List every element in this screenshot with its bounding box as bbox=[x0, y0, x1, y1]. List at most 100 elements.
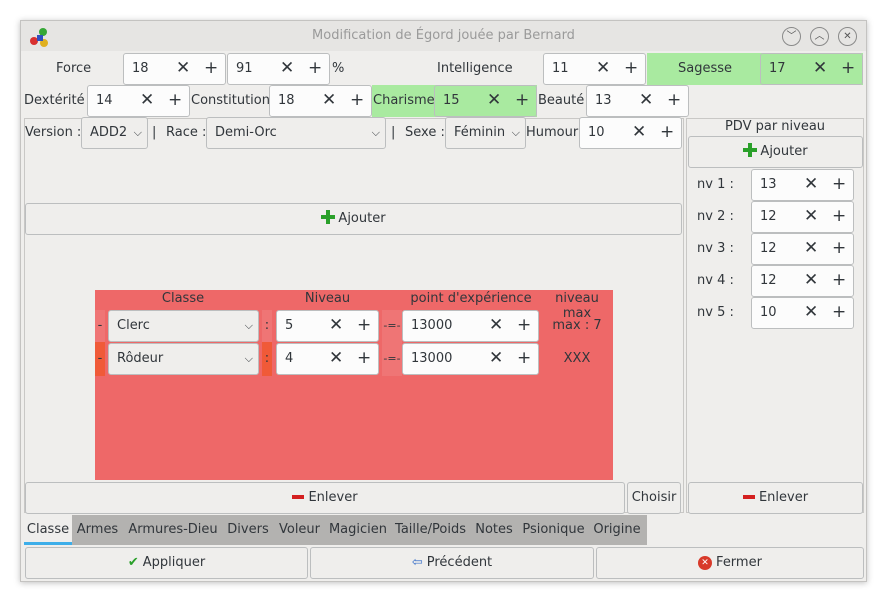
plus-icon[interactable]: + bbox=[841, 58, 855, 78]
xp-spinbox[interactable]: 13000 ✕ + bbox=[402, 343, 539, 375]
sagesse-spinbox[interactable]: 17 ✕ + bbox=[760, 53, 863, 85]
plus-icon[interactable]: + bbox=[357, 315, 371, 335]
dexterite-spinbox[interactable]: 14 ✕ + bbox=[87, 85, 190, 117]
xp-spinbox[interactable]: 13000 ✕ + bbox=[402, 310, 539, 342]
minimize-button[interactable]: ﹀ bbox=[782, 27, 801, 46]
plus-icon[interactable]: + bbox=[350, 90, 364, 110]
clear-icon[interactable]: ✕ bbox=[804, 206, 818, 226]
plus-icon[interactable]: + bbox=[515, 90, 529, 110]
tab-origine[interactable]: Origine bbox=[591, 515, 643, 545]
tab-notes[interactable]: Notes bbox=[472, 515, 516, 545]
maximize-button[interactable]: ︿ bbox=[810, 27, 829, 46]
plus-icon[interactable]: + bbox=[204, 58, 218, 78]
clear-icon[interactable]: ✕ bbox=[176, 58, 190, 78]
tab-divers[interactable]: Divers bbox=[225, 515, 271, 545]
column-header-niveau: Niveau bbox=[304, 291, 351, 306]
clear-icon[interactable]: ✕ bbox=[489, 315, 503, 335]
add-icon bbox=[321, 210, 336, 224]
level-spinbox[interactable]: 4 ✕ + bbox=[276, 343, 379, 375]
sexe-label: Sexe : bbox=[405, 125, 445, 140]
sexe-combo[interactable]: Féminin ⌵ bbox=[445, 117, 526, 149]
plus-icon[interactable]: + bbox=[660, 122, 674, 142]
race-combo[interactable]: Demi-Orc ⌵ bbox=[206, 117, 386, 149]
clear-icon[interactable]: ✕ bbox=[322, 90, 336, 110]
race-label: Race : bbox=[166, 125, 207, 140]
window-title: Modification de Égord jouée par Bernard bbox=[312, 28, 575, 43]
tab-taille-poids[interactable]: Taille/Poids bbox=[394, 515, 467, 545]
beaute-label: Beauté bbox=[538, 93, 585, 108]
clear-icon[interactable]: ✕ bbox=[804, 238, 818, 258]
add-icon bbox=[743, 143, 758, 157]
plus-icon[interactable]: + bbox=[357, 348, 371, 368]
clear-icon[interactable]: ✕ bbox=[804, 270, 818, 290]
pdv-level-spinbox[interactable]: 13 ✕ + bbox=[751, 169, 854, 201]
plus-icon[interactable]: + bbox=[832, 206, 846, 226]
remove-pdv-button[interactable]: Enlever bbox=[688, 482, 863, 514]
charisme-label: Charisme bbox=[373, 93, 435, 108]
humour-spinbox[interactable]: 10 ✕ + bbox=[579, 117, 682, 149]
plus-icon[interactable]: + bbox=[832, 174, 846, 194]
pdv-level-spinbox[interactable]: 12 ✕ + bbox=[751, 233, 854, 265]
plus-icon[interactable]: + bbox=[517, 348, 531, 368]
plus-icon[interactable]: + bbox=[624, 58, 638, 78]
add-class-button[interactable]: Ajouter bbox=[25, 203, 682, 235]
close-button[interactable]: ✕ Fermer bbox=[596, 547, 864, 579]
level-spinbox[interactable]: 5 ✕ + bbox=[276, 310, 379, 342]
pdv-level-spinbox[interactable]: 10 ✕ + bbox=[751, 297, 854, 329]
clear-icon[interactable]: ✕ bbox=[489, 348, 503, 368]
charisme-spinbox[interactable]: 15 ✕ + bbox=[434, 85, 537, 117]
apply-button[interactable]: ✔ Appliquer bbox=[25, 547, 308, 579]
plus-icon[interactable]: + bbox=[832, 270, 846, 290]
clear-icon[interactable]: ✕ bbox=[804, 302, 818, 322]
clear-icon[interactable]: ✕ bbox=[280, 58, 294, 78]
clear-icon[interactable]: ✕ bbox=[487, 90, 501, 110]
force-spinbox[interactable]: 18 ✕ + bbox=[123, 53, 226, 85]
force-percent-spinbox[interactable]: 91 ✕ + bbox=[227, 53, 330, 85]
chevron-down-icon: ⌵ bbox=[244, 319, 253, 332]
plus-icon[interactable]: + bbox=[168, 90, 182, 110]
beaute-spinbox[interactable]: 13 ✕ + bbox=[586, 85, 689, 117]
choose-button[interactable]: Choisir bbox=[627, 482, 681, 514]
tab-armes[interactable]: Armes bbox=[74, 515, 121, 545]
previous-button[interactable]: ⇦ Précédent bbox=[310, 547, 594, 579]
plus-icon[interactable]: + bbox=[667, 90, 681, 110]
constitution-spinbox[interactable]: 18 ✕ + bbox=[269, 85, 372, 117]
clear-icon[interactable]: ✕ bbox=[804, 174, 818, 194]
equals-separator: -=- bbox=[382, 342, 402, 376]
clear-icon[interactable]: ✕ bbox=[140, 90, 154, 110]
pdv-level-label: nv 4 : bbox=[697, 273, 734, 288]
tab-magicien[interactable]: Magicien bbox=[328, 515, 388, 545]
plus-icon[interactable]: + bbox=[517, 315, 531, 335]
plus-icon[interactable]: + bbox=[308, 58, 322, 78]
pdv-level-label: nv 1 : bbox=[697, 177, 734, 192]
tab-classe[interactable]: Classe bbox=[24, 515, 72, 545]
dexterite-label: Dextérité bbox=[24, 93, 85, 108]
clear-icon[interactable]: ✕ bbox=[329, 315, 343, 335]
tab-psionique[interactable]: Psionique bbox=[521, 515, 586, 545]
add-pdv-button[interactable]: Ajouter bbox=[688, 136, 863, 168]
clear-icon[interactable]: ✕ bbox=[632, 122, 646, 142]
clear-icon[interactable]: ✕ bbox=[329, 348, 343, 368]
clear-icon[interactable]: ✕ bbox=[596, 58, 610, 78]
clear-icon[interactable]: ✕ bbox=[639, 90, 653, 110]
remove-class-button[interactable]: Enlever bbox=[25, 482, 625, 514]
plus-icon[interactable]: + bbox=[832, 238, 846, 258]
intelligence-spinbox[interactable]: 11 ✕ + bbox=[543, 53, 646, 85]
pdv-level-label: nv 5 : bbox=[697, 305, 734, 320]
pdv-level-label: nv 3 : bbox=[697, 241, 734, 256]
table-row: - Rôdeur ⌵ : 4 ✕ + -=- 13000 ✕ + XXX bbox=[95, 342, 613, 376]
tab-armures-dieu[interactable]: Armures-Dieu bbox=[127, 515, 219, 545]
class-combo[interactable]: Rôdeur ⌵ bbox=[108, 343, 259, 375]
clear-icon[interactable]: ✕ bbox=[813, 58, 827, 78]
max-level-value: max : 7 bbox=[552, 318, 602, 333]
remove-row-handle[interactable]: - bbox=[95, 342, 105, 376]
plus-icon[interactable]: + bbox=[832, 302, 846, 322]
version-combo[interactable]: ADD2 ⌵ bbox=[81, 117, 148, 149]
tab-voleur[interactable]: Voleur bbox=[276, 515, 323, 545]
max-level-value: XXX bbox=[563, 351, 591, 366]
remove-row-handle[interactable]: - bbox=[95, 310, 105, 342]
close-window-button[interactable]: ✕ bbox=[838, 27, 857, 46]
pdv-level-spinbox[interactable]: 12 ✕ + bbox=[751, 201, 854, 233]
pdv-level-spinbox[interactable]: 12 ✕ + bbox=[751, 265, 854, 297]
class-combo[interactable]: Clerc ⌵ bbox=[108, 310, 259, 342]
